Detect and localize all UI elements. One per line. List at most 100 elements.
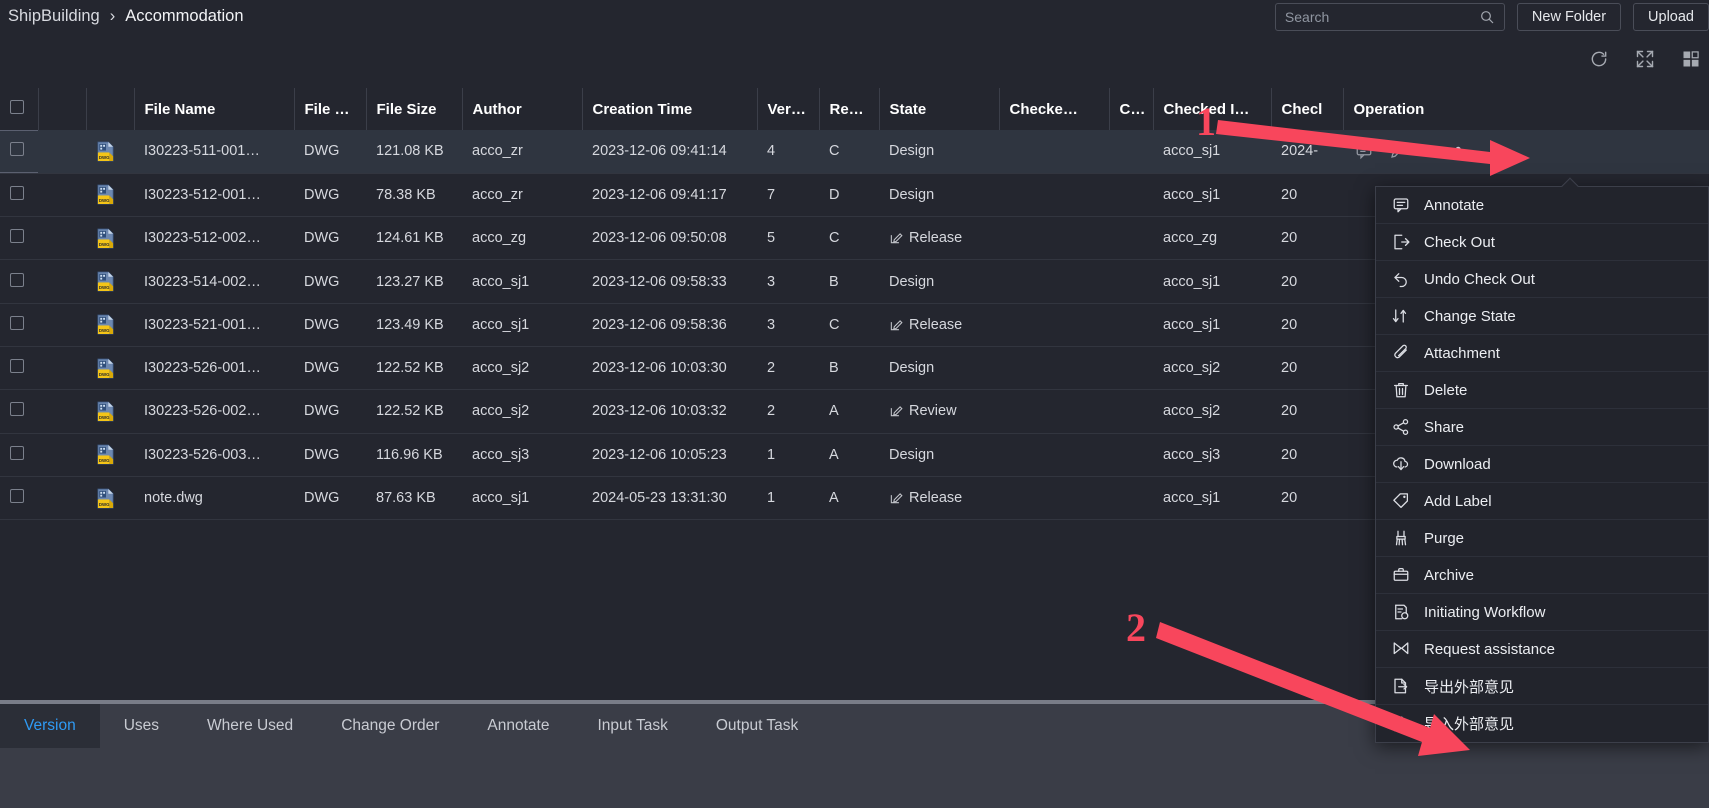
cell-file-name[interactable]: I30223-512-001… — [134, 173, 294, 218]
dwg-file-icon: DWG — [97, 185, 114, 205]
row-file-icon-cell: DWG — [86, 130, 134, 174]
breadcrumb-current[interactable]: Accommodation — [125, 7, 243, 26]
search-box[interactable] — [1274, 2, 1505, 31]
context-menu-item-annotate[interactable]: Annotate — [1376, 187, 1708, 224]
cell-file-type: DWG — [294, 476, 366, 521]
context-menu-item-label: Purge — [1424, 529, 1465, 547]
tab-annotate[interactable]: Annotate — [463, 704, 573, 748]
more-actions-button[interactable]: • • • — [1423, 141, 1464, 160]
context-menu-item-purge[interactable]: Purge — [1376, 520, 1708, 557]
state-label: Release — [909, 316, 963, 333]
context-menu-item-label: Archive — [1424, 566, 1475, 584]
header-checked-out-by[interactable]: Checke… — [999, 88, 1110, 130]
cell-file-name[interactable]: I30223-512-002… — [134, 216, 294, 261]
cell-checked-in-time: 20 — [1271, 259, 1343, 304]
select-all-checkbox[interactable] — [10, 100, 24, 114]
cell-checked-in-time: 20 — [1271, 389, 1343, 434]
row-context-menu[interactable]: Annotate Check Out Undo Check Out Change St… — [1375, 177, 1709, 743]
new-folder-button[interactable]: New Folder — [1516, 2, 1622, 31]
upload-button[interactable]: Upload — [1633, 2, 1709, 31]
tag-icon — [1393, 493, 1409, 509]
context-menu-item-[interactable]: 导入外部意见 — [1376, 705, 1708, 742]
context-menu-item-change-state[interactable]: Change State — [1376, 298, 1708, 335]
import-comments-icon — [1394, 716, 1407, 731]
header-version[interactable]: Ver… — [757, 88, 820, 130]
tab-input-task[interactable]: Input Task — [573, 704, 691, 748]
header-revision[interactable]: Re… — [819, 88, 880, 130]
row-select-cell — [0, 259, 38, 304]
cell-state: Design — [879, 173, 999, 218]
cell-checked-in-time: 2024- — [1271, 130, 1343, 174]
fullscreen-icon[interactable] — [1635, 49, 1655, 69]
cell-creation-time: 2023-12-06 09:50:08 — [582, 216, 757, 261]
cell-file-name[interactable]: I30223-521-001… — [134, 303, 294, 347]
context-menu-item-label: Share — [1424, 418, 1465, 436]
row-checkbox[interactable] — [10, 445, 24, 460]
edit-icon[interactable] — [1389, 142, 1407, 160]
header-state[interactable]: State — [879, 88, 1000, 130]
search-input[interactable] — [1284, 8, 1479, 25]
cell-file-name[interactable]: I30223-514-002… — [134, 259, 294, 304]
header-operation[interactable]: Operation — [1343, 88, 1709, 130]
row-checkbox[interactable] — [10, 402, 24, 417]
cell-checked-out-by — [999, 216, 1109, 261]
header-creation-time[interactable]: Creation Time — [582, 88, 758, 130]
row-checkbox[interactable] — [10, 229, 24, 244]
context-menu-item-download[interactable]: Download — [1376, 446, 1708, 483]
row-checkbox[interactable] — [10, 489, 24, 504]
cell-revision: D — [819, 173, 879, 218]
row-select-cell — [0, 130, 38, 174]
cell-file-name[interactable]: I30223-526-003… — [134, 433, 294, 477]
context-menu-item-[interactable]: 导出外部意见 — [1376, 668, 1708, 705]
comment-icon[interactable] — [1355, 142, 1373, 160]
cell-checked-in-by: acco_zg — [1153, 216, 1271, 261]
context-menu-item-request-assistance[interactable]: Request assistance — [1376, 631, 1708, 668]
cell-checked-col2 — [1109, 216, 1153, 261]
context-menu-item-attachment[interactable]: Attachment — [1376, 335, 1708, 372]
row-checkbox[interactable] — [10, 272, 24, 287]
cell-file-name[interactable]: I30223-526-001… — [134, 346, 294, 391]
breadcrumb-root[interactable]: ShipBuilding — [8, 7, 100, 26]
cell-file-type: DWG — [294, 259, 366, 304]
cell-file-name[interactable]: I30223-526-002… — [134, 389, 294, 434]
row-checkbox[interactable] — [10, 142, 24, 157]
cell-version: 1 — [757, 476, 819, 521]
row-checkbox[interactable] — [10, 315, 24, 330]
header-checked-in-by[interactable]: Checked I… — [1153, 88, 1272, 130]
header-file-size[interactable]: File Size — [366, 88, 463, 130]
header-checked-in-time[interactable]: Checl — [1271, 88, 1344, 130]
tab-output-task[interactable]: Output Task — [692, 704, 822, 748]
tab-change-order[interactable]: Change Order — [317, 704, 463, 748]
cell-creation-time: 2023-12-06 09:41:17 — [582, 173, 757, 218]
table-row[interactable]: DWG I30223-511-001… DWG 121.08 KB acco_zr 202… — [0, 130, 1709, 174]
cell-file-size: 116.96 KB — [366, 433, 462, 477]
context-menu-item-initiating-workflow[interactable]: Initiating Workflow — [1376, 594, 1708, 631]
context-menu-item-delete[interactable]: Delete — [1376, 372, 1708, 409]
context-menu-item-archive[interactable]: Archive — [1376, 557, 1708, 594]
header-checked-col2[interactable]: C… — [1109, 88, 1154, 130]
row-operations[interactable]: • • • — [1353, 141, 1699, 160]
cell-revision: C — [819, 216, 879, 261]
header-file-type[interactable]: File Type — [294, 88, 367, 130]
row-checkbox[interactable] — [10, 185, 24, 200]
archive-icon — [1393, 567, 1409, 581]
tab-where-used[interactable]: Where Used — [183, 704, 317, 748]
cell-file-name[interactable]: I30223-511-001… — [134, 130, 294, 174]
context-menu-item-undo-check-out[interactable]: Undo Check Out — [1376, 261, 1708, 298]
context-menu-item-check-out[interactable]: Check Out — [1376, 224, 1708, 261]
header-file-name[interactable]: File Name — [134, 88, 295, 130]
context-menu-item-add-label[interactable]: Add Label — [1376, 483, 1708, 520]
tab-uses[interactable]: Uses — [100, 704, 183, 748]
cell-checked-in-time: 20 — [1271, 346, 1343, 391]
header-author[interactable]: Author — [462, 88, 583, 130]
header-actions: New Folder Upload — [1274, 0, 1709, 33]
refresh-icon[interactable] — [1589, 49, 1609, 69]
cell-checked-out-by — [999, 346, 1109, 391]
context-menu-item-share[interactable]: Share — [1376, 409, 1708, 446]
cell-file-name[interactable]: note.dwg — [134, 476, 294, 521]
row-checkbox[interactable] — [10, 359, 24, 374]
svg-text:DWG: DWG — [99, 242, 110, 247]
tab-version[interactable]: Version — [0, 704, 100, 748]
grid-view-icon[interactable] — [1681, 49, 1701, 69]
cell-checked-col2 — [1109, 476, 1153, 521]
